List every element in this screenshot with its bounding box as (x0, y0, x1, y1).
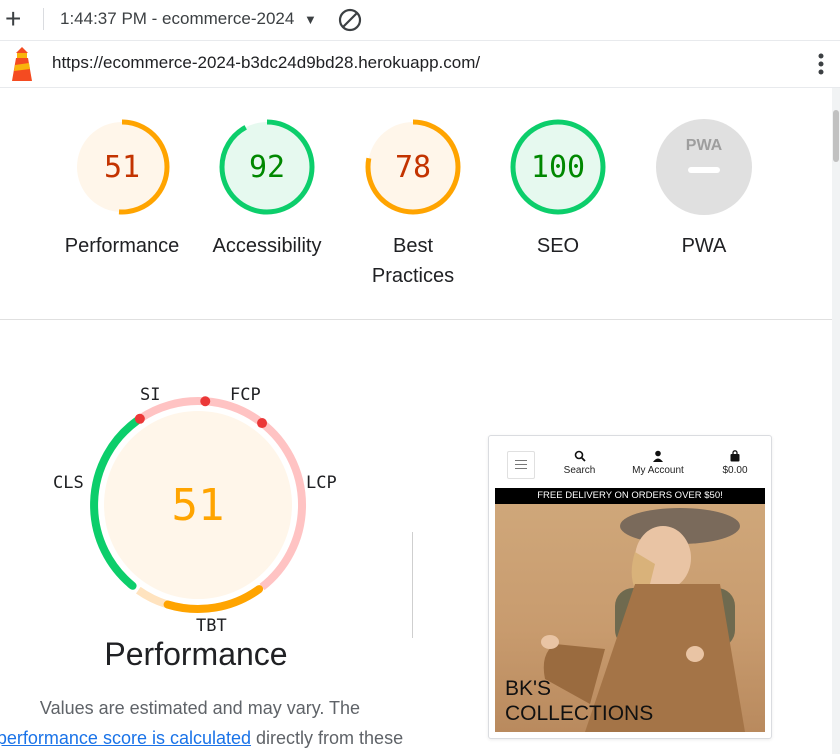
hero-title-line2: COLLECTIONS (505, 702, 654, 725)
gauge-seo[interactable]: 100 SEO (483, 117, 633, 261)
pwa-badge-text: PWA (686, 137, 723, 154)
score-note: Values are estimated and may vary. The p… (0, 693, 410, 753)
nav-search-label: Search (563, 465, 596, 476)
scrollbar-thumb[interactable] (833, 110, 839, 162)
report-select[interactable]: 1:44:37 PM - ecommerce-2024 (60, 9, 294, 29)
hero-title-line1: BK'S (505, 677, 552, 700)
gauge-performance[interactable]: 51 Performance (47, 117, 197, 261)
site-header: Search My Account $0.00 (495, 442, 765, 488)
nav-account: My Account (623, 450, 693, 476)
vertical-divider (412, 532, 413, 638)
gauge-label: SEO (536, 235, 580, 257)
nav-cart: $0.00 (715, 450, 755, 476)
fcp-marker (200, 396, 211, 407)
hero-title: BK'S COLLECTIONS (505, 676, 653, 726)
dropdown-caret-icon[interactable]: ▼ (304, 12, 317, 27)
pwa-icon: PWA (656, 119, 752, 215)
metric-label-si: SI (140, 385, 161, 405)
score-ring: 78 (365, 119, 461, 215)
gauge-accessibility[interactable]: 92 Accessibility (192, 117, 342, 261)
hamburger-menu-icon (507, 451, 535, 479)
final-screenshot[interactable]: Search My Account $0.00 FREE DELIVERY ON… (488, 435, 772, 739)
search-icon (574, 450, 586, 462)
shopping-bag-icon (730, 450, 740, 462)
page-url: https://ecommerce-2024-b3dc24d9bd28.hero… (52, 53, 481, 72)
metric-label-cls: CLS (53, 473, 84, 493)
score-ring: 51 (74, 119, 170, 215)
metric-label-lcp: LCP (306, 473, 337, 493)
score-value: 100 (531, 150, 585, 185)
score-value: 51 (104, 150, 140, 185)
report-toolbar: + 1:44:37 PM - ecommerce-2024 ▼ (0, 0, 840, 41)
gauge-label: Accessibility (212, 235, 322, 257)
gauge-best-practices[interactable]: 78 Best Practices (338, 117, 488, 291)
hero-image: BK'S COLLECTIONS (495, 504, 765, 732)
performance-title: Performance (104, 636, 288, 672)
score-value: 92 (249, 150, 285, 185)
gauge-label: Performance (64, 235, 180, 257)
score-value: 78 (395, 150, 431, 185)
score-ring: 100 (510, 119, 606, 215)
lcp-marker (257, 418, 268, 429)
metric-label-fcp: FCP (230, 385, 261, 405)
performance-score-large: 51 (172, 480, 225, 531)
gauge-label: PWA (681, 235, 727, 257)
si-marker (134, 413, 145, 424)
block-icon[interactable] (337, 7, 363, 33)
plus-icon[interactable]: + (5, 5, 21, 33)
gauge-label: Best Practices (371, 235, 455, 287)
gauge-pwa[interactable]: PWA PWA (629, 117, 779, 261)
user-icon (653, 450, 663, 462)
score-ring: 92 (219, 119, 315, 215)
url-bar: https://ecommerce-2024-b3dc24d9bd28.hero… (0, 41, 840, 88)
performance-gauge-large: 51 (90, 396, 306, 614)
metric-label-tbt: TBT (196, 616, 227, 636)
nav-account-label: My Account (632, 465, 684, 476)
scrollbar-track[interactable] (832, 88, 840, 754)
score-calculator-link[interactable]: performance score is calculated (0, 728, 251, 748)
toolbar-separator (43, 8, 44, 30)
nav-cart-total: $0.00 (722, 465, 748, 476)
kebab-icon[interactable] (812, 50, 830, 78)
lighthouse-icon (12, 47, 32, 81)
section-divider (0, 319, 832, 320)
note-prefix: Values are estimated and may vary. The (39, 698, 361, 718)
nav-search: Search (557, 450, 602, 476)
delivery-banner: FREE DELIVERY ON ORDERS OVER $50! (495, 488, 765, 504)
note-suffix: directly from these (256, 728, 404, 748)
